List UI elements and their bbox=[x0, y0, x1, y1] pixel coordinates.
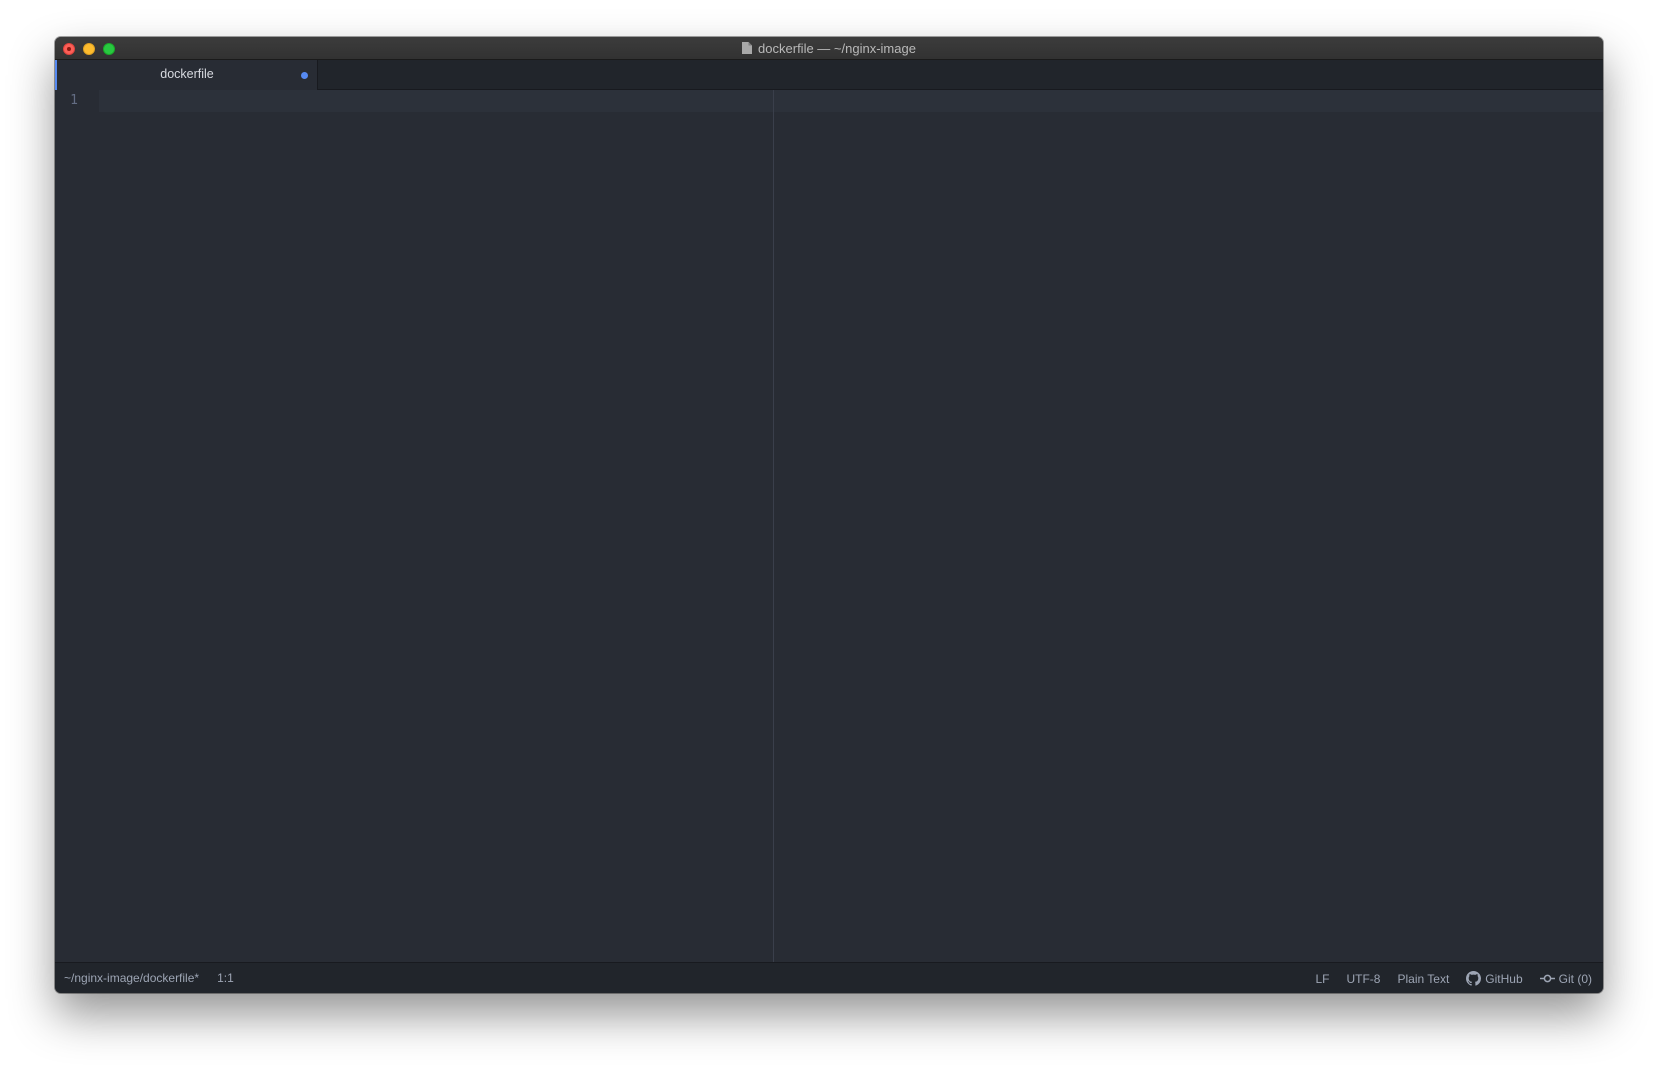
window-title: dockerfile — ~/nginx-image bbox=[758, 40, 916, 56]
title-bar: dockerfile — ~/nginx-image bbox=[55, 37, 1603, 60]
git-status-button[interactable]: Git (0) bbox=[1539, 971, 1592, 986]
git-commit-icon bbox=[1539, 974, 1555, 983]
grammar-status[interactable]: Plain Text bbox=[1397, 972, 1449, 986]
tab-dockerfile[interactable]: dockerfile bbox=[55, 60, 318, 90]
tab-label: dockerfile bbox=[160, 67, 214, 81]
document-icon bbox=[742, 42, 753, 54]
wrap-guide bbox=[773, 90, 774, 962]
github-icon bbox=[1466, 971, 1482, 986]
status-bar: ~/nginx-image/dockerfile* 1:1 LF UTF-8 P… bbox=[55, 962, 1603, 993]
window-title-group: dockerfile — ~/nginx-image bbox=[55, 37, 1603, 59]
modified-indicator-icon[interactable] bbox=[301, 72, 308, 79]
github-status-button[interactable]: GitHub bbox=[1466, 971, 1523, 986]
git-label: Git (0) bbox=[1558, 971, 1592, 986]
line-number: 1 bbox=[70, 93, 78, 108]
editor-window: dockerfile — ~/nginx-image dockerfile 1 … bbox=[55, 37, 1603, 993]
line-ending-status[interactable]: LF bbox=[1315, 972, 1329, 986]
cursor-position-status[interactable]: 1:1 bbox=[217, 971, 234, 985]
cursor-line-highlight bbox=[99, 90, 1603, 112]
encoding-status[interactable]: UTF-8 bbox=[1346, 972, 1380, 986]
line-number-gutter[interactable]: 1 bbox=[55, 90, 99, 962]
github-label: GitHub bbox=[1485, 971, 1523, 986]
tab-bar: dockerfile bbox=[55, 60, 1603, 90]
text-editor[interactable]: 1 bbox=[55, 90, 1603, 962]
file-path-status[interactable]: ~/nginx-image/dockerfile* bbox=[64, 971, 199, 985]
